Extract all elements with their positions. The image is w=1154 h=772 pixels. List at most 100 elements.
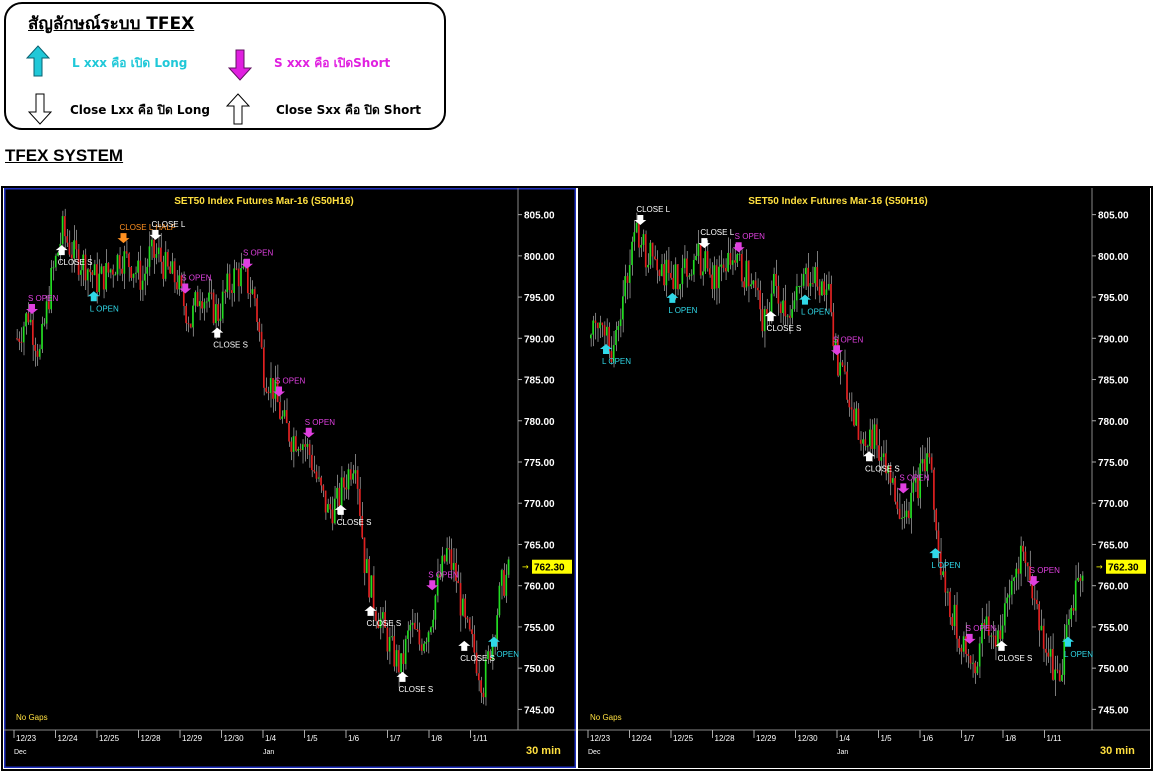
signal-label: S OPEN (735, 232, 765, 241)
candle-body (395, 650, 398, 667)
candle-body (381, 612, 384, 619)
x-tick-label: 12/24 (58, 734, 79, 743)
candle-body (68, 242, 71, 255)
candle-body (116, 255, 119, 275)
x-tick-label: 1/6 (348, 734, 360, 743)
candle-body (1024, 551, 1027, 564)
candle-body (795, 286, 798, 301)
candle-body (953, 604, 956, 627)
candle-body (738, 253, 741, 255)
candle-body (644, 234, 647, 268)
candle-body (333, 498, 336, 524)
candle-body (736, 254, 739, 263)
month-label-dec: Dec (14, 749, 27, 756)
candle-body (946, 591, 949, 593)
candle-body (212, 292, 215, 324)
candle-body (878, 445, 880, 461)
candle-body (57, 252, 59, 256)
x-tick-label: 12/29 (182, 734, 203, 743)
candle-body (1003, 603, 1006, 626)
candle-body (695, 255, 697, 260)
candle-body (875, 424, 878, 446)
candle-body (601, 322, 604, 326)
candle-body (256, 298, 258, 322)
interval-label: 30 min (526, 745, 561, 757)
candle-body (793, 300, 796, 310)
candle-body (354, 470, 357, 474)
candle-body (121, 268, 123, 274)
candle-body (345, 487, 348, 490)
x-tick-label: 1/11 (473, 734, 489, 743)
candle-body (814, 267, 816, 284)
y-tick-label: 760.00 (524, 582, 555, 593)
candle-body (22, 326, 25, 343)
candle-body (25, 313, 27, 327)
candle-body (606, 326, 608, 336)
candle-body (219, 318, 222, 321)
candle-body (681, 267, 684, 285)
signal-label: L OPEN (931, 561, 960, 570)
candle-body (45, 301, 48, 324)
candle-body (20, 341, 23, 343)
candle-body (329, 504, 332, 510)
candle-body (372, 575, 375, 612)
candle-body (297, 449, 299, 451)
candle-body (105, 263, 107, 290)
candle-body (317, 477, 320, 479)
candle-body (452, 562, 455, 570)
candle-body (791, 309, 793, 318)
candle-body (336, 487, 338, 499)
candle-body (747, 260, 750, 287)
y-tick-label: 800.00 (1098, 252, 1129, 263)
candle-body (1008, 594, 1011, 598)
candle-body (958, 638, 960, 648)
candle-body (500, 570, 503, 586)
candle-body (974, 662, 976, 674)
x-tick-label: 12/25 (673, 734, 694, 743)
candle-body (617, 326, 620, 330)
candle-body (715, 265, 718, 289)
signal-label: S OPEN (1030, 566, 1060, 575)
candle-body (288, 423, 290, 442)
candle-body (642, 234, 645, 245)
y-tick-label: 750.00 (1098, 664, 1129, 675)
candle-body (292, 436, 295, 452)
candle-body (944, 571, 947, 593)
chart-title: SET50 Index Futures Mar-16 (S50H16) (174, 196, 354, 207)
y-tick-label: 765.00 (1098, 540, 1129, 551)
candle-body (365, 559, 368, 574)
candle-body (1019, 545, 1022, 574)
chart-left: SET50 Index Futures Mar-16 (S50H16) 805.0… (4, 188, 576, 768)
system-title: TFEX SYSTEM (5, 146, 124, 165)
candle-body (905, 510, 908, 517)
candle-body (690, 274, 693, 276)
candle-body (228, 273, 231, 291)
candle-body (235, 268, 238, 270)
candle-body (54, 255, 57, 268)
x-tick-label: 1/8 (431, 734, 443, 743)
candle-body (221, 291, 224, 319)
candle-body (942, 571, 944, 576)
signal-label: L OPEN (668, 306, 697, 315)
candle-body (848, 399, 851, 408)
candle-body (960, 647, 963, 652)
x-tick-label: 12/28 (141, 734, 162, 743)
candle-body (466, 617, 469, 620)
candle-body (134, 272, 137, 274)
signal-label: S OPEN (243, 249, 273, 258)
candle-body (66, 236, 69, 243)
candle-body (640, 244, 643, 248)
candle-body (315, 471, 318, 479)
candle-body (299, 449, 302, 451)
candle-body (423, 643, 425, 651)
candle-body (409, 624, 412, 631)
y-tick-label: 785.00 (524, 376, 555, 387)
candle-body (827, 283, 830, 290)
candle-body (1006, 597, 1008, 604)
candle-body (697, 243, 700, 256)
candle-body (990, 635, 992, 637)
candle-body (1067, 619, 1070, 625)
candle-body (1065, 624, 1068, 639)
candle-body (125, 251, 128, 254)
candle-body (615, 329, 617, 346)
